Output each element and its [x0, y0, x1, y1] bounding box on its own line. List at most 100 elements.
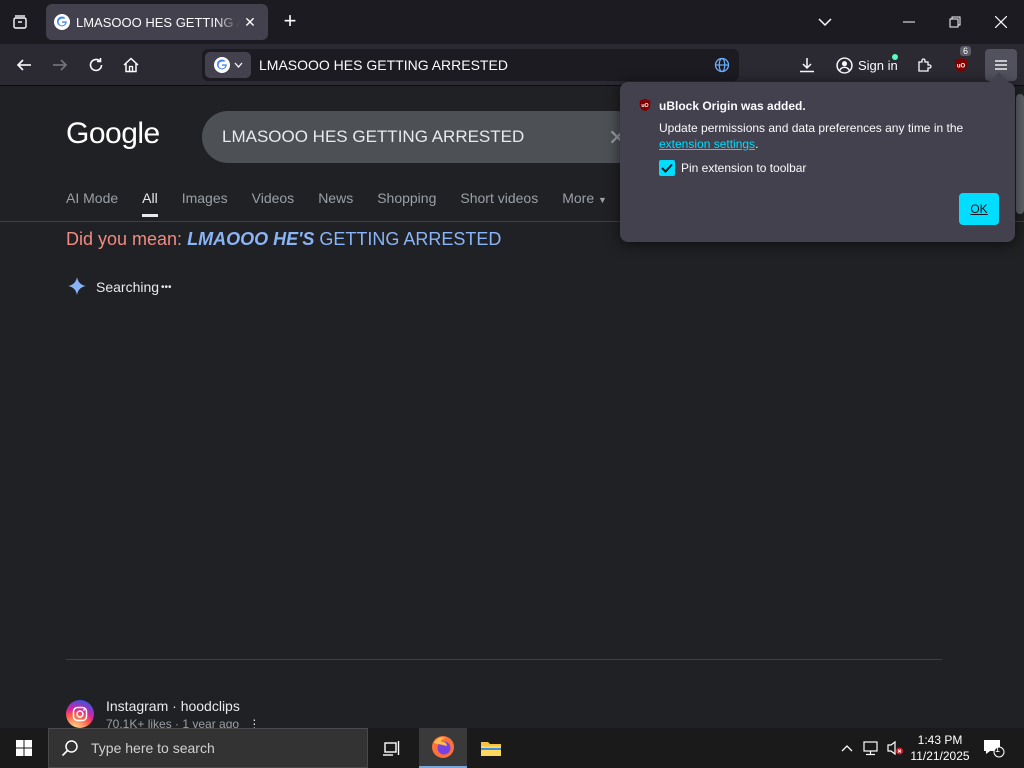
- forward-button[interactable]: [45, 50, 75, 80]
- extension-settings-link[interactable]: extension settings: [659, 137, 755, 151]
- sign-in-label: Sign in: [858, 57, 898, 73]
- start-button[interactable]: [0, 728, 48, 768]
- search-mode-tabs: AI Mode All Images Videos News Shopping …: [66, 190, 607, 217]
- task-view-icon: [383, 741, 400, 756]
- downloads-button[interactable]: [792, 50, 822, 80]
- tab-shopping[interactable]: Shopping: [377, 190, 436, 217]
- restore-button[interactable]: [941, 8, 969, 36]
- tab-title: LMASOOO HES GETTING ARRESTED: [76, 14, 240, 30]
- did-you-mean-bold: LMAOOO HE'S: [187, 229, 315, 249]
- popup-title: uBlock Origin was added.: [659, 99, 806, 113]
- tab-more[interactable]: More ▼: [562, 190, 607, 217]
- searching-text: Searching: [96, 279, 160, 295]
- extensions-button[interactable]: [910, 50, 940, 80]
- did-you-mean-rest: GETTING ARRESTED: [314, 229, 502, 249]
- volume-muted-icon[interactable]: [885, 738, 905, 758]
- list-all-tabs-button[interactable]: [6, 8, 34, 36]
- clock-date: 11/21/2025: [910, 749, 970, 763]
- tab-close-icon[interactable]: ✕: [240, 12, 260, 32]
- pin-extension-option[interactable]: Pin extension to toolbar: [659, 160, 806, 176]
- tabs-list-icon: [13, 15, 27, 29]
- tab-images[interactable]: Images: [182, 190, 228, 217]
- popup-desc-prefix: Update permissions and data preferences …: [659, 121, 964, 135]
- checkmark-icon: [661, 163, 673, 173]
- popup-desc-suffix: .: [755, 137, 759, 151]
- folder-icon: [481, 742, 501, 756]
- more-options-icon[interactable]: ⋮: [248, 717, 260, 728]
- ublock-shield-icon: uO: [955, 58, 967, 72]
- ok-button[interactable]: OK: [959, 193, 999, 225]
- firefox-icon: [432, 736, 454, 758]
- result-source[interactable]: Instagram · hoodclips: [106, 698, 240, 714]
- extension-added-popup: uO uBlock Origin was added. Update permi…: [620, 72, 1015, 242]
- account-icon: [836, 56, 853, 74]
- taskbar: Type here to search 1:43 PM 11/21/2025 1: [0, 728, 1024, 768]
- download-icon: [800, 58, 814, 73]
- page-scrollbar[interactable]: [1016, 94, 1024, 214]
- network-icon[interactable]: [861, 738, 881, 758]
- reload-button[interactable]: [81, 50, 111, 80]
- popup-description: Update permissions and data preferences …: [659, 120, 999, 152]
- close-window-button[interactable]: [987, 8, 1015, 36]
- show-hidden-icons-icon[interactable]: [837, 738, 857, 758]
- tab-all[interactable]: All: [142, 190, 158, 217]
- sign-in-notification-dot: [892, 54, 898, 60]
- search-icon: [61, 740, 78, 757]
- new-tab-button[interactable]: +: [278, 10, 302, 34]
- taskbar-search-box[interactable]: Type here to search: [48, 728, 368, 768]
- home-button[interactable]: [116, 50, 146, 80]
- google-icon: [213, 57, 230, 73]
- back-button[interactable]: [9, 50, 39, 80]
- task-view-button[interactable]: [368, 728, 416, 768]
- pin-checkbox[interactable]: [659, 160, 675, 176]
- ublock-badge-count: 6: [960, 46, 972, 56]
- google-search-box[interactable]: LMASOOO HES GETTING ARRESTED ✕: [202, 111, 642, 163]
- tab-more-label: More: [562, 190, 595, 206]
- back-arrow-icon: [16, 59, 31, 71]
- did-you-mean-label: Did you mean:: [66, 229, 183, 249]
- taskbar-search-placeholder: Type here to search: [91, 740, 215, 756]
- taskbar-firefox[interactable]: [419, 728, 467, 768]
- search-engine-button[interactable]: [205, 52, 251, 78]
- google-favicon-icon: [54, 14, 70, 30]
- taskbar-file-explorer[interactable]: [467, 728, 515, 768]
- home-icon: [123, 57, 139, 73]
- action-center-button[interactable]: 1: [982, 738, 1006, 758]
- address-bar[interactable]: LMASOOO HES GETTING ARRESTED: [202, 49, 739, 81]
- caret-down-icon: ▼: [598, 195, 607, 205]
- did-you-mean-link[interactable]: LMAOOO HE'S GETTING ARRESTED: [187, 229, 501, 249]
- browser-tab[interactable]: LMASOOO HES GETTING ARRESTED ✕: [46, 4, 268, 40]
- results-divider: [66, 659, 942, 660]
- did-you-mean: Did you mean: LMAOOO HE'S GETTING ARREST…: [66, 229, 501, 250]
- minimize-button[interactable]: [895, 8, 923, 36]
- search-query[interactable]: LMASOOO HES GETTING ARRESTED: [222, 127, 524, 147]
- tab-overflow-chevron-icon[interactable]: [811, 8, 839, 36]
- loading-dots-icon: •••: [161, 281, 172, 293]
- ai-sparkle-icon: [68, 277, 86, 295]
- reload-icon: [89, 58, 103, 72]
- forward-arrow-icon: [53, 59, 68, 71]
- google-logo[interactable]: Google: [66, 117, 160, 151]
- hamburger-menu-icon: [995, 60, 1007, 70]
- sign-in-button[interactable]: Sign in: [830, 50, 902, 80]
- tab-ai-mode[interactable]: AI Mode: [66, 190, 118, 217]
- instagram-icon: [66, 700, 94, 728]
- tab-news[interactable]: News: [318, 190, 353, 217]
- tab-videos[interactable]: Videos: [252, 190, 295, 217]
- pin-label: Pin extension to toolbar: [681, 161, 807, 175]
- translate-globe-icon[interactable]: [711, 57, 733, 73]
- url-text[interactable]: LMASOOO HES GETTING ARRESTED: [259, 57, 711, 73]
- ublock-shield-icon: uO: [639, 98, 651, 112]
- clock-time: 1:43 PM: [917, 733, 963, 747]
- chevron-down-icon: [234, 62, 242, 68]
- notification-icon: [984, 740, 1005, 758]
- windows-logo-icon: [16, 740, 32, 756]
- result-meta: 70.1K+ likes · 1 year ago ⋮: [106, 717, 260, 728]
- tab-short-videos[interactable]: Short videos: [460, 190, 538, 217]
- system-clock[interactable]: 1:43 PM 11/21/2025: [906, 732, 974, 764]
- svg-text:uO: uO: [641, 103, 648, 109]
- svg-text:uO: uO: [957, 64, 966, 70]
- notification-count: 1: [995, 744, 1001, 754]
- nav-toolbar: LMASOOO HES GETTING ARRESTED Sign in uO …: [0, 44, 1024, 86]
- tab-strip: LMASOOO HES GETTING ARRESTED ✕ +: [0, 0, 1024, 44]
